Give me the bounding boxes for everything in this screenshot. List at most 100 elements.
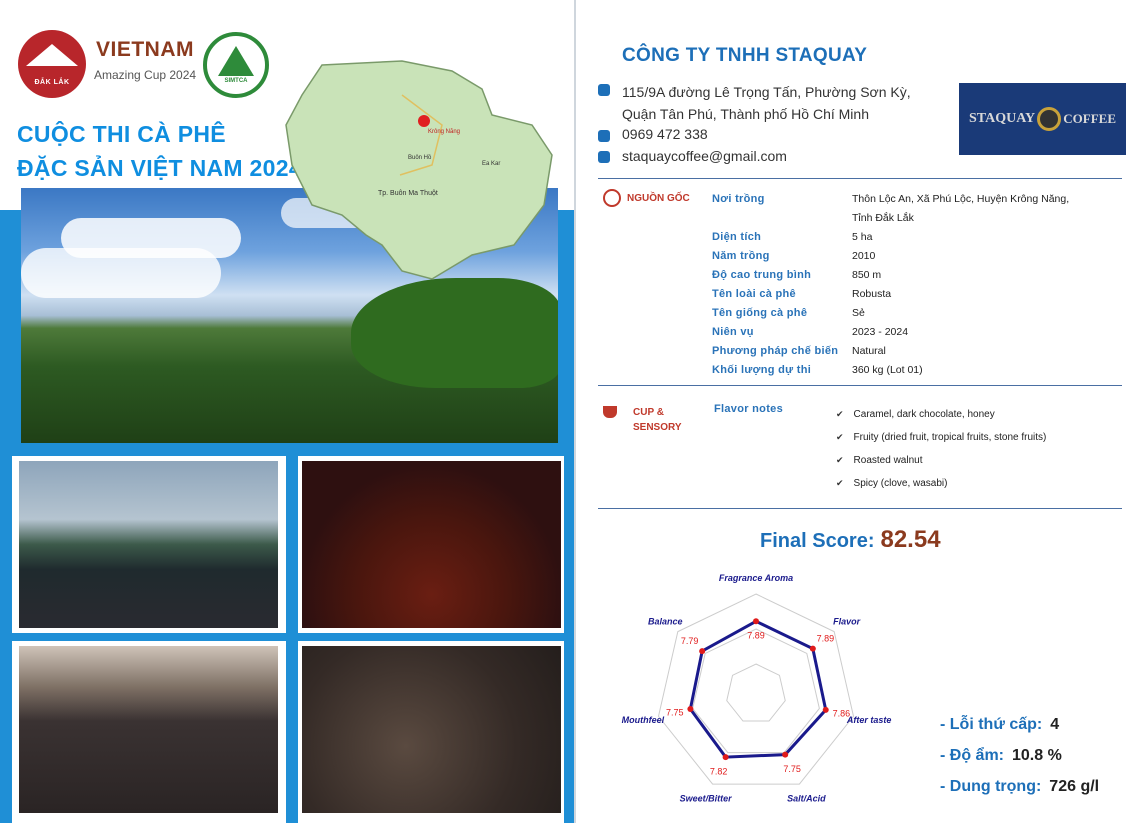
page-heading: CUỘC THI CÀ PHÊ ĐẶC SẢN VIỆT NAM 2024: [17, 117, 302, 185]
stat-row: - Độ ẩm: 10.8 %: [940, 747, 1140, 778]
cup-icon: [603, 406, 617, 418]
globe-icon: [603, 189, 621, 207]
origin-row-value: Natural: [852, 344, 886, 357]
radar-value-label: 7.79: [681, 636, 699, 646]
radar-axis-label: Balance: [648, 617, 683, 627]
origin-row: Tên loài cà phê Robusta: [712, 284, 1122, 303]
origin-row-label: Tên giống cà phê: [712, 306, 808, 319]
daklak-logo: ĐẮK LẮK: [18, 30, 86, 98]
origin-row: Niên vụ 2023 - 2024: [712, 322, 1122, 341]
flavor-note-item: ✔ Caramel, dark chocolate, honey: [836, 403, 1126, 426]
drying-beans-photo-3: [19, 646, 278, 813]
email-icon: [598, 151, 610, 163]
stat-label: - Dung trọng:: [940, 778, 1042, 795]
origin-row-value: Robusta: [852, 287, 892, 300]
heading-line-2: ĐẶC SẢN VIỆT NAM 2024: [17, 155, 302, 181]
origin-row-value: 5 ha: [852, 230, 873, 243]
radar-axis-label: Mouthfeel: [622, 715, 665, 725]
origin-row-label: Nơi trồng: [712, 192, 765, 205]
flavor-notes-list: ✔ Caramel, dark chocolate, honey ✔ Fruity (…: [836, 403, 1126, 495]
radar-axis-label: Salt/Acid: [787, 794, 826, 804]
drying-beans-photo-1: [19, 461, 278, 628]
origin-row-value: 2023 - 2024: [852, 325, 909, 338]
origin-row-value: 850 m: [852, 268, 882, 281]
radar-point: [699, 648, 706, 655]
map-label: Tp. Buôn Ma Thuột: [378, 190, 438, 197]
company-address: 115/9A đường Lê Trọng Tấn, Phường Sơn Kỳ…: [622, 81, 911, 125]
quality-stats: - Lỗi thứ cấp: 4 - Độ ẩm: 10.8 % - Dung trọn…: [940, 716, 1140, 809]
origin-row-value: Tỉnh Đắk Lắk: [852, 211, 914, 224]
radar-point: [782, 751, 789, 758]
origin-row: Tên giống cà phê Sẻ: [712, 303, 1122, 322]
sensory-label: CUP & SENSORY: [633, 407, 682, 433]
address-line-2: Quận Tân Phú, Thành phố Hồ Chí Minh: [622, 106, 869, 122]
flavor-note-text: Roasted walnut: [853, 455, 923, 466]
page-divider: [574, 0, 576, 823]
radar-point: [687, 705, 694, 712]
stat-label: - Độ ẩm:: [940, 747, 1004, 764]
check-icon: ✔: [836, 432, 844, 442]
origin-row: Khối lượng dự thi 360 kg (Lot 01): [712, 360, 1122, 379]
radar-point: [809, 645, 816, 652]
radar-value-label: 7.89: [747, 630, 765, 640]
map-label: Krông Năng: [428, 129, 460, 135]
flavor-note-item: ✔ Roasted walnut: [836, 449, 1126, 472]
radar-point: [753, 618, 759, 625]
radar-point: [822, 706, 829, 713]
simtca-logo: SIMTCA: [203, 32, 269, 98]
daklak-map: Tp. Buôn Ma Thuột Krông Năng Ea Kar Buôn…: [285, 60, 553, 280]
origin-label: NGUỒN GỐC: [627, 193, 690, 204]
origin-row-label: Độ cao trung bình: [712, 268, 812, 281]
origin-row-label: Năm trồng: [712, 249, 770, 262]
origin-row-value: Thôn Lộc An, Xã Phú Lộc, Huyện Krông Năn…: [852, 192, 1070, 205]
stat-value: 726 g/l: [1049, 778, 1100, 795]
map-label: Buôn Hồ: [408, 155, 432, 161]
radar-axis-label: Fragrance Aroma: [719, 573, 793, 583]
radar-value-label: 7.89: [817, 634, 835, 644]
divider: [598, 385, 1122, 386]
check-icon: ✔: [836, 478, 844, 488]
radar-axis-label: Sweet/Bitter: [680, 794, 733, 804]
company-phone: 0969 472 338: [622, 126, 708, 142]
radar-axis-label: After taste: [846, 715, 892, 725]
drying-beans-photo-4: [302, 646, 561, 813]
radar-grid: [726, 663, 786, 722]
drying-beans-photo-2: [302, 461, 561, 628]
origin-row: Diện tích 5 ha: [712, 227, 1122, 246]
origin-row-label: Khối lượng dự thi: [712, 363, 812, 376]
radar-series-line: [688, 619, 828, 759]
origin-row: Phương pháp chế biến Natural: [712, 341, 1122, 360]
divider: [598, 508, 1122, 509]
origin-row-label: Phương pháp chế biến: [712, 344, 839, 357]
stat-row: - Lỗi thứ cấp: 4: [940, 716, 1140, 747]
frame-mid-h: [0, 633, 574, 641]
stat-value: 10.8 %: [1012, 747, 1062, 764]
flavor-note-text: Fruity (dried fruit, tropical fruits, st…: [853, 432, 1047, 443]
company-name: CÔNG TY TNHH STAQUAY: [622, 45, 868, 66]
origin-row: Nơi trồng Thôn Lộc An, Xã Phú Lộc, Huyện …: [712, 189, 1122, 208]
brand-subtitle: Amazing Cup 2024: [94, 68, 197, 82]
phone-icon: [598, 130, 610, 142]
radar-axis-label: Flavor: [833, 617, 861, 627]
flavor-note-text: Spicy (clove, wasabi): [853, 478, 948, 489]
flavor-notes-label: Flavor notes: [714, 403, 784, 415]
stat-label: - Lỗi thứ cấp:: [940, 716, 1043, 733]
origin-table: Nơi trồng Thôn Lộc An, Xã Phú Lộc, Huyện …: [712, 189, 1122, 379]
map-label: Ea Kar: [482, 161, 500, 167]
final-score: Final Score: 82.54: [760, 526, 941, 554]
check-icon: ✔: [836, 455, 844, 465]
cupping-radar-chart: 7.89Fragrance Aroma7.89Flavor7.86After t…: [622, 573, 892, 804]
brand-title: VIETNAM: [96, 38, 194, 61]
origin-row: Năm trồng 2010: [712, 246, 1122, 265]
origin-row: Độ cao trung bình 850 m: [712, 265, 1122, 284]
radar-point: [722, 754, 729, 761]
stat-value: 4: [1050, 716, 1060, 733]
staquay-logo: STAQUAY COFFEE: [959, 83, 1126, 155]
company-email[interactable]: staquaycoffee@gmail.com: [622, 148, 787, 164]
origin-row: Tỉnh Đắk Lắk: [712, 208, 1122, 227]
address-line-1: 115/9A đường Lê Trọng Tấn, Phường Sơn Kỳ…: [622, 84, 911, 100]
origin-row-label: Niên vụ: [712, 325, 754, 338]
location-icon: [598, 84, 610, 96]
flavor-note-item: ✔ Spicy (clove, wasabi): [836, 472, 1126, 495]
divider: [598, 178, 1122, 179]
